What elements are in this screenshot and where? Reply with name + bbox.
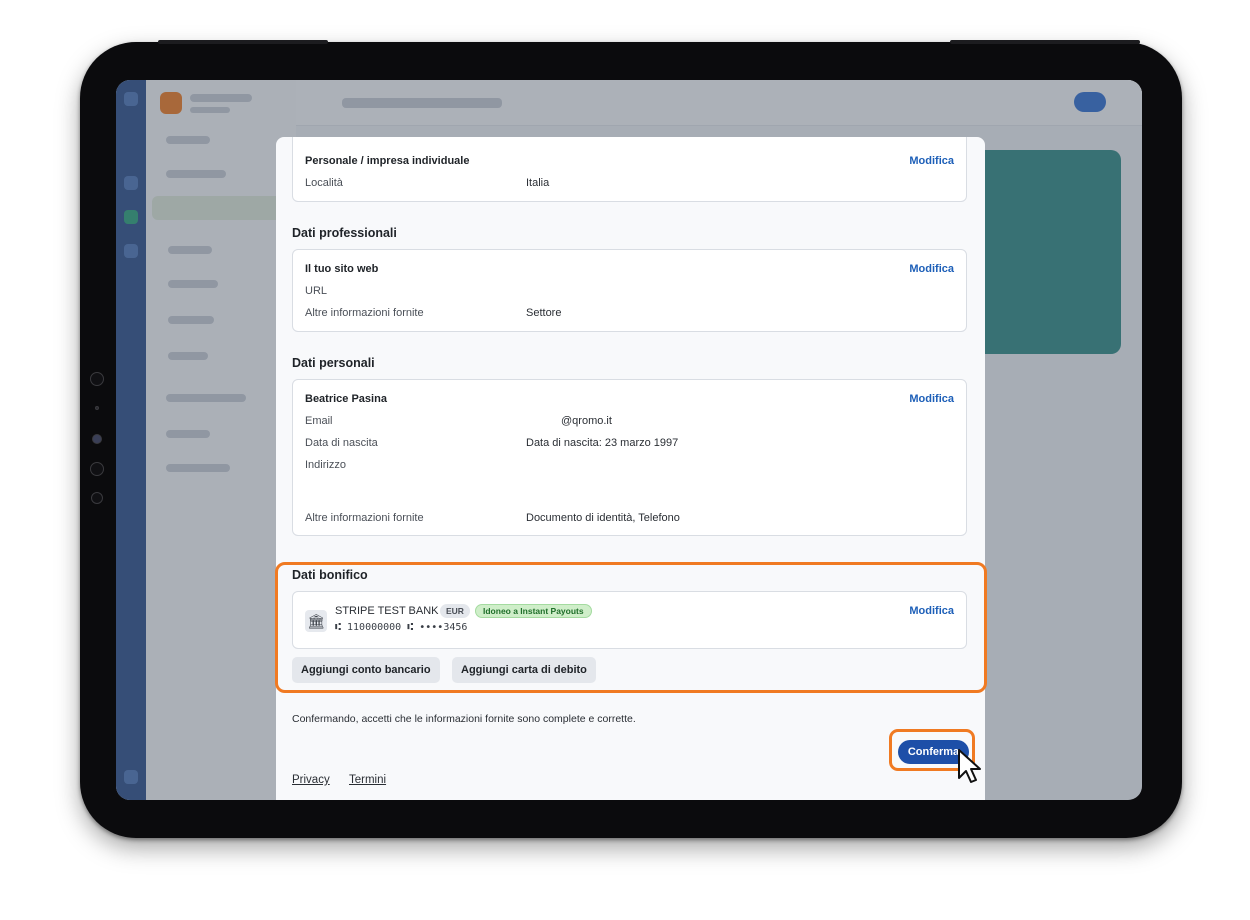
tablet-sensor [90,372,104,386]
website-title: Il tuo sito web [305,263,379,275]
screen: Personale / impresa individuale Modifica… [116,80,1142,800]
birthdate-value: Data di nascita: 23 marzo 1997 [526,437,679,449]
email-label: Email [305,415,333,427]
email-value: @qromo.it [561,415,612,427]
person-name: Beatrice Pasina [305,393,387,405]
professional-heading: Dati professionali [292,226,397,240]
edit-bank-link[interactable]: Modifica [909,605,954,617]
location-label: Località [305,177,343,189]
personal-card: Beatrice Pasina Modifica Email @qromo.it… [292,379,967,536]
account-number: ⑆ 110000000 ⑆ ••••3456 [335,622,468,633]
edit-entity-link[interactable]: Modifica [909,155,954,167]
bank-card: 🏛 STRIPE TEST BANK EUR Idoneo a Instant … [292,591,967,649]
review-modal: Personale / impresa individuale Modifica… [276,137,985,800]
tablet-edge [950,40,1140,44]
terms-link[interactable]: Termini [349,774,386,786]
consent-text: Confermando, accetti che le informazioni… [292,713,636,725]
add-bank-account-button[interactable]: Aggiungi conto bancario [292,657,440,683]
bank-heading: Dati bonifico [292,568,368,582]
personal-heading: Dati personali [292,356,375,370]
entity-title: Personale / impresa individuale [305,155,470,167]
tablet-camera [92,434,102,444]
personal-other-info-label: Altre informazioni fornite [305,512,424,524]
other-info-value: Settore [526,307,562,319]
other-info-label: Altre informazioni fornite [305,307,424,319]
tablet-sensor [95,406,99,410]
privacy-link[interactable]: Privacy [292,774,330,786]
professional-card: Il tuo sito web Modifica URL Altre infor… [292,249,967,332]
edit-personal-link[interactable]: Modifica [909,393,954,405]
entity-card: Personale / impresa individuale Modifica… [292,137,967,202]
tablet-sensor [91,492,103,504]
currency-badge: EUR [440,604,470,618]
personal-other-info-value: Documento di identità, Telefono [526,512,680,524]
edit-professional-link[interactable]: Modifica [909,263,954,275]
tablet-edge [158,40,328,44]
url-label: URL [305,285,328,297]
tablet-sensor [90,462,104,476]
address-label: Indirizzo [305,459,346,471]
add-debit-card-button[interactable]: Aggiungi carta di debito [452,657,596,683]
mouse-cursor-icon [958,749,981,783]
location-value: Italia [526,177,550,189]
bank-name: STRIPE TEST BANK [335,605,439,617]
bank-icon: 🏛 [305,610,327,632]
instant-payouts-badge: Idoneo a Instant Payouts [475,604,592,618]
birthdate-label: Data di nascita [305,437,378,449]
